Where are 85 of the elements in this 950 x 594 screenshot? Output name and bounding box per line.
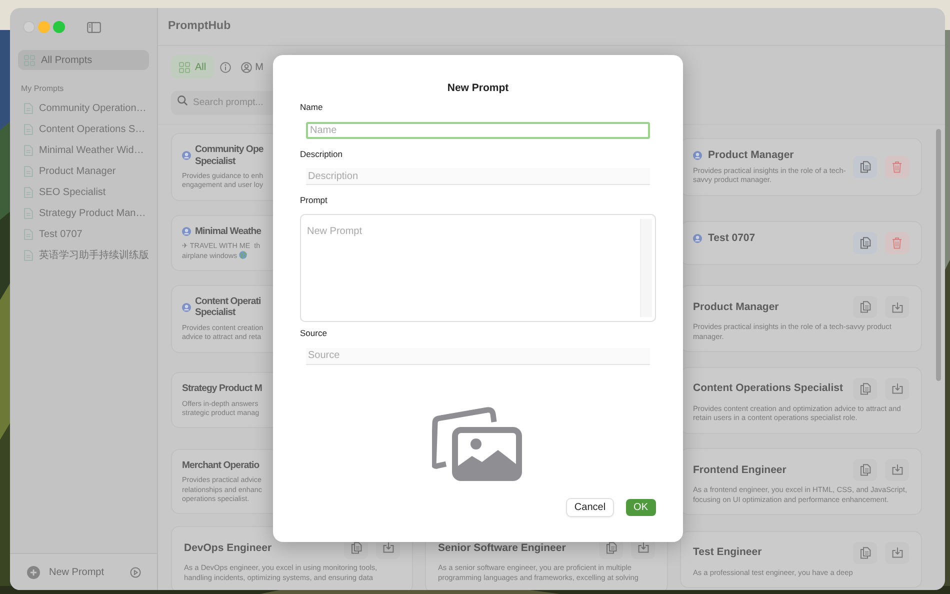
sidebar-item[interactable]: All Prompts [18, 50, 149, 70]
plus-icon [27, 566, 40, 578]
download-icon [892, 464, 902, 476]
copy-button[interactable] [853, 232, 877, 254]
copy-icon [860, 236, 870, 249]
text-field[interactable]: Description [306, 168, 650, 186]
card-title: DevOps Engineer [184, 542, 272, 554]
copy-button[interactable] [853, 378, 877, 400]
download-icon [892, 547, 902, 558]
card-title: Product Manager [708, 148, 794, 162]
copy-icon [860, 464, 870, 476]
card-title: Merchant Operatio [182, 460, 260, 472]
document-icon [24, 124, 33, 135]
trash-icon [892, 160, 902, 173]
text-field[interactable]: Source [306, 348, 650, 365]
info-icon [220, 62, 232, 72]
card-title: Frontend Engineer [693, 464, 786, 476]
sidebar-item[interactable]: Product Manager [10, 161, 157, 182]
copy-button[interactable] [853, 156, 877, 178]
card-title: Content Operati Specialist [195, 296, 261, 319]
new-prompt-button[interactable]: New Prompt [27, 564, 104, 580]
copy-icon [860, 301, 870, 314]
download-button[interactable] [885, 458, 909, 481]
section-header: My Prompts [20, 83, 65, 95]
document-icon [24, 250, 33, 261]
copy-button[interactable] [853, 542, 877, 564]
person-icon [241, 62, 252, 72]
sidebar-item[interactable]: SEO Specialist [10, 182, 157, 203]
card-title: Test 0707 [708, 232, 756, 244]
trash-icon [892, 236, 902, 249]
scrollbar[interactable] [936, 129, 941, 381]
copy-icon [860, 546, 870, 559]
download-icon [638, 542, 648, 554]
card-title: Content Operations Specialist [693, 382, 843, 395]
delete-button[interactable] [885, 232, 909, 254]
sidebar-toggle-icon[interactable] [87, 22, 101, 32]
delete-button[interactable] [885, 156, 909, 178]
document-icon [24, 166, 33, 177]
search-icon [177, 95, 188, 106]
download-icon [382, 542, 394, 554]
sidebar-item[interactable]: Minimal Weather Wid… [10, 140, 157, 161]
download-icon [892, 383, 902, 394]
sidebar-item[interactable]: Community Operation… [10, 98, 157, 119]
copy-button[interactable] [853, 296, 877, 318]
copy-icon [606, 542, 616, 554]
document-icon [24, 103, 33, 114]
card-title: Product Manager [693, 300, 779, 314]
grid-icon [24, 54, 35, 66]
app-title: PromptHub [168, 18, 231, 34]
copy-icon [860, 382, 870, 395]
card-title: Test Engineer [693, 546, 762, 560]
text-area[interactable]: New Prompt [300, 214, 656, 322]
text-field[interactable]: Name [306, 122, 650, 138]
document-icon [24, 187, 33, 198]
sidebar-item[interactable]: Content Operations S… [10, 119, 157, 140]
card-title: Community Ope Specialist [195, 144, 264, 167]
card-title: Minimal Weathe [195, 226, 262, 238]
grid-icon [179, 62, 190, 72]
download-button[interactable] [885, 542, 909, 564]
document-icon [24, 229, 33, 240]
document-icon [24, 145, 33, 156]
download-button[interactable] [885, 296, 909, 318]
copy-icon [860, 160, 870, 173]
card-title: Senior Software Engineer [438, 542, 566, 554]
copy-icon [350, 542, 362, 554]
sidebar-item[interactable]: Test 0707 [10, 224, 157, 245]
play-icon[interactable] [130, 566, 141, 578]
filter-tab[interactable]: M [237, 55, 268, 79]
field-label: Description [300, 148, 344, 160]
field-label: Source [300, 327, 328, 340]
sidebar-item[interactable]: Strategy Product Man… [10, 203, 157, 224]
download-icon [892, 302, 902, 313]
sidebar-item[interactable]: 英语学习助手持续训练版 [10, 245, 157, 266]
field-label: Prompt [300, 194, 328, 207]
image-icon [432, 406, 524, 482]
cancel-button[interactable]: Cancel [567, 499, 613, 516]
card-title: Strategy Product M [182, 383, 262, 395]
globe-icon [239, 250, 248, 259]
field-label: Name [300, 100, 324, 114]
copy-button[interactable] [853, 458, 877, 481]
document-icon [24, 208, 33, 219]
ok-button[interactable]: OK [626, 499, 656, 516]
dialog-title: New Prompt [446, 81, 510, 96]
download-button[interactable] [885, 378, 909, 400]
filter-tab[interactable]: All [171, 55, 214, 79]
